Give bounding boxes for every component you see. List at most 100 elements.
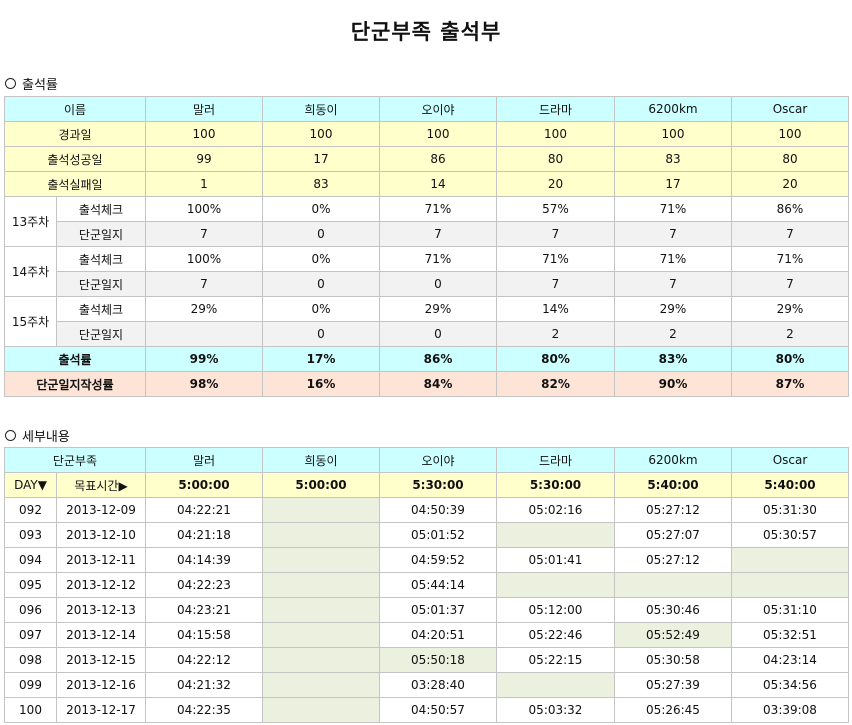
diary-rate-value: 87% <box>731 371 849 397</box>
rate-value: 80% <box>496 346 615 372</box>
check-value: 0% <box>262 296 380 322</box>
wake-time: 05:50:18 <box>379 647 497 673</box>
week-label: 15주차 <box>4 296 57 347</box>
target-time: 5:30:00 <box>379 472 497 498</box>
table-header-row: 이름 말러 희동이 오이야 드라마 6200km Oscar <box>4 96 849 122</box>
member-header: 드라마 <box>496 447 615 473</box>
member-header: 희동이 <box>262 447 380 473</box>
wake-time: 05:27:07 <box>614 522 732 548</box>
wake-time: 05:52:49 <box>614 622 732 648</box>
check-value: 14% <box>496 296 615 322</box>
diary-value: 7 <box>145 221 263 247</box>
diary-value: 2 <box>614 321 732 347</box>
wake-time: 04:22:35 <box>145 697 263 723</box>
member-header: Oscar <box>731 96 849 122</box>
table-row: 092 2013-12-09 04:22:21 04:50:39 05:02:16 05:… <box>4 497 849 523</box>
member-header: 오이야 <box>379 447 497 473</box>
detail-header-row: 단군부족 말러 희동이 오이야 드라마 6200km Oscar <box>4 447 849 473</box>
section-title: 세부내용 <box>22 430 70 445</box>
member-header: 6200km <box>614 447 732 473</box>
rate-value: 80% <box>731 346 849 372</box>
summary-value: 86 <box>379 146 497 172</box>
member-header: 희동이 <box>262 96 380 122</box>
wake-time: 04:23:14 <box>731 647 849 673</box>
target-time: 5:30:00 <box>496 472 615 498</box>
day-number: 100 <box>4 697 57 723</box>
wake-time: 05:22:46 <box>496 622 615 648</box>
wake-time: 05:30:57 <box>731 522 849 548</box>
day-number: 095 <box>4 572 57 598</box>
diary-value: 0 <box>262 321 380 347</box>
check-value: 57% <box>496 196 615 222</box>
diary-value: 7 <box>379 221 497 247</box>
summary-value: 100 <box>379 121 497 147</box>
attendance-detail-table: 단군부족 말러 희동이 오이야 드라마 6200km Oscar DAY▼ 목표시간▶ 5:00:… <box>4 447 849 723</box>
date: 2013-12-16 <box>56 672 146 698</box>
table-row: 093 2013-12-10 04:21:18 05:01:52 05:27:07 05:… <box>4 522 849 548</box>
wake-time: 04:14:39 <box>145 547 263 573</box>
row-label: 경과일 <box>4 121 146 147</box>
diary-rate-value: 98% <box>145 371 263 397</box>
check-value: 0% <box>262 196 380 222</box>
summary-value: 20 <box>496 171 615 197</box>
wake-time <box>262 697 380 723</box>
wake-time: 05:34:56 <box>731 672 849 698</box>
wake-time: 04:21:18 <box>145 522 263 548</box>
table-row: 096 2013-12-13 04:23:21 05:01:37 05:12:00 05:… <box>4 597 849 623</box>
wake-time: 05:03:32 <box>496 697 615 723</box>
check-value: 71% <box>731 246 849 272</box>
day-number: 092 <box>4 497 57 523</box>
wake-time: 05:01:41 <box>496 547 615 573</box>
date: 2013-12-12 <box>56 572 146 598</box>
check-value: 71% <box>614 196 732 222</box>
week-check-row: 14주차 출석체크 100% 0% 71% 71% 71% 71% <box>4 246 849 297</box>
target-time: 5:40:00 <box>614 472 732 498</box>
wake-time: 04:22:21 <box>145 497 263 523</box>
diary-value <box>145 321 263 347</box>
wake-time: 05:26:45 <box>614 697 732 723</box>
check-label: 출석체크 <box>56 296 146 322</box>
wake-time <box>262 597 380 623</box>
diary-label: 단군일지 <box>56 271 146 297</box>
wake-time <box>262 497 380 523</box>
rate-value: 99% <box>145 346 263 372</box>
table-row: 098 2013-12-15 04:22:12 05:50:18 05:22:15 05:… <box>4 647 849 673</box>
rate-value: 86% <box>379 346 497 372</box>
day-number: 099 <box>4 672 57 698</box>
check-value: 100% <box>145 196 263 222</box>
table-row: 099 2013-12-16 04:21:32 03:28:40 05:27:39 05:… <box>4 672 849 698</box>
wake-time: 04:20:51 <box>379 622 497 648</box>
wake-time: 04:50:39 <box>379 497 497 523</box>
wake-time: 05:02:16 <box>496 497 615 523</box>
wake-time: 05:30:58 <box>614 647 732 673</box>
table-row: 095 2013-12-12 04:22:23 05:44:14 <box>4 572 849 598</box>
summary-value: 17 <box>614 171 732 197</box>
wake-time: 05:27:12 <box>614 547 732 573</box>
summary-value: 14 <box>379 171 497 197</box>
day-number: 096 <box>4 597 57 623</box>
wake-time: 05:27:39 <box>614 672 732 698</box>
wake-time: 04:23:21 <box>145 597 263 623</box>
check-value: 29% <box>614 296 732 322</box>
summary-value: 99 <box>145 146 263 172</box>
target-time: 5:00:00 <box>262 472 380 498</box>
summary-value: 17 <box>262 146 380 172</box>
diary-rate-row: 단군일지작성률 98% 16% 84% 82% 90% 87% <box>4 371 849 397</box>
day-number: 098 <box>4 647 57 673</box>
member-header: 6200km <box>614 96 732 122</box>
diary-value: 0 <box>262 271 380 297</box>
wake-time: 04:59:52 <box>379 547 497 573</box>
diary-rate-value: 84% <box>379 371 497 397</box>
diary-value: 2 <box>496 321 615 347</box>
diary-value: 7 <box>145 271 263 297</box>
summary-value: 100 <box>145 121 263 147</box>
week-check-row: 13주차 출석체크 100% 0% 71% 57% 71% 86% <box>4 196 849 247</box>
date: 2013-12-15 <box>56 647 146 673</box>
diary-value: 7 <box>614 271 732 297</box>
table-row: 094 2013-12-11 04:14:39 04:59:52 05:01:41 05:… <box>4 547 849 573</box>
week-diary-row: 단군일지 0 0 2 2 2 <box>5 321 849 347</box>
table-row: 097 2013-12-14 04:15:58 04:20:51 05:22:46 05:… <box>4 622 849 648</box>
day-number: 097 <box>4 622 57 648</box>
wake-time <box>262 572 380 598</box>
wake-time <box>262 522 380 548</box>
